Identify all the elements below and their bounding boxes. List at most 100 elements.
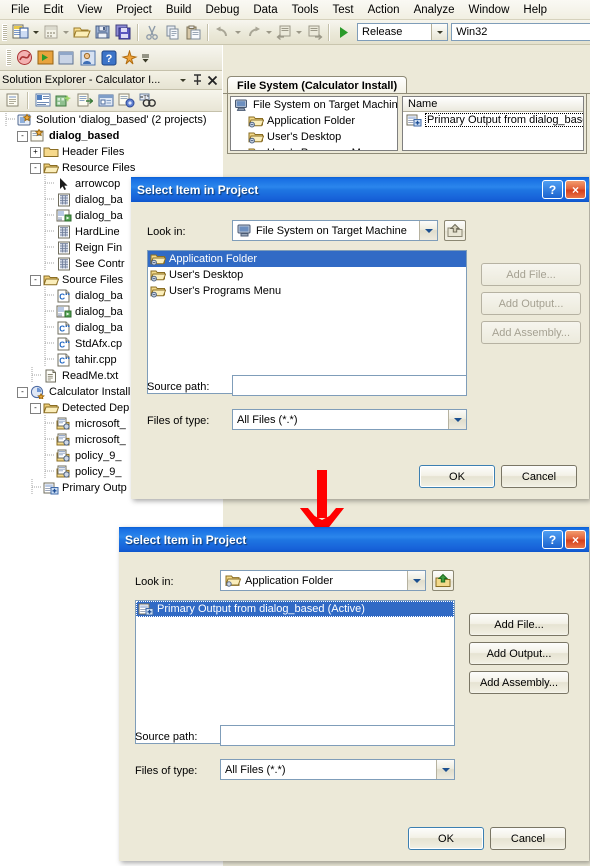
chevron-down-icon[interactable] xyxy=(419,221,437,240)
look-in-combo[interactable]: File System on Target Machine xyxy=(232,220,438,241)
save-icon[interactable] xyxy=(92,22,113,43)
toolbar-grip[interactable] xyxy=(2,23,7,41)
menu-item-window[interactable]: Window xyxy=(461,2,516,18)
add-item-icon[interactable] xyxy=(41,22,62,43)
new-project-icon[interactable] xyxy=(10,22,31,43)
column-header-name[interactable]: Name xyxy=(403,97,583,112)
refresh-icon[interactable] xyxy=(53,90,74,111)
list-item[interactable]: User's Desktop xyxy=(148,267,466,283)
view-code-icon[interactable] xyxy=(74,90,95,111)
source-path-input[interactable] xyxy=(232,375,467,396)
tree-item[interactable]: - Resource Files xyxy=(0,160,222,176)
start-without-debug-icon[interactable] xyxy=(35,47,56,68)
navigate-forward-icon[interactable] xyxy=(304,22,325,43)
add-file-button[interactable]: Add File... xyxy=(469,613,569,636)
fs-content-row[interactable]: Primary Output from dialog_based xyxy=(403,112,583,128)
list-item[interactable]: User's Programs Menu xyxy=(148,283,466,299)
close-icon[interactable] xyxy=(205,73,220,88)
show-all-files-icon[interactable] xyxy=(32,90,53,111)
navigate-back-icon[interactable] xyxy=(274,22,295,43)
find-icon[interactable]: =T* xyxy=(137,90,158,111)
add-assembly-button[interactable]: Add Assembly... xyxy=(469,671,569,694)
list-item[interactable]: Application Folder xyxy=(148,251,466,267)
file-system-tree-pane[interactable]: File System on Target Machine Application… xyxy=(230,96,398,151)
source-path-input[interactable] xyxy=(220,725,455,746)
expand-icon[interactable]: + xyxy=(30,146,41,158)
dialog-titlebar[interactable]: Select Item in Project ? × xyxy=(131,177,589,202)
collapse-icon[interactable]: - xyxy=(30,402,41,414)
up-one-level-button[interactable] xyxy=(432,570,454,591)
menu-item-view[interactable]: View xyxy=(70,2,109,18)
select-item-dialog-top[interactable]: Select Item in Project ? × Look in: File… xyxy=(131,177,589,499)
add-item-dropdown-icon[interactable] xyxy=(62,22,72,43)
save-all-icon[interactable] xyxy=(113,22,134,43)
user-icon[interactable] xyxy=(77,47,98,68)
files-of-type-combo[interactable]: All Files (*.*) xyxy=(232,409,467,430)
toolbar-overflow-icon[interactable] xyxy=(140,47,150,68)
collapse-icon[interactable]: - xyxy=(30,274,41,286)
paste-icon[interactable] xyxy=(183,22,204,43)
copy-icon[interactable] xyxy=(163,22,184,43)
help-question-icon[interactable]: ? xyxy=(98,47,119,68)
item-list[interactable]: Application Folder User's Desktop User's P… xyxy=(147,250,467,394)
file-system-contents-pane[interactable]: Name Primary Output from dialog_based xyxy=(402,96,584,151)
menu-item-tools[interactable]: Tools xyxy=(285,2,326,18)
add-output-button[interactable]: Add Output... xyxy=(469,642,569,665)
up-one-level-button[interactable] xyxy=(444,220,466,241)
redo-dropdown-icon[interactable] xyxy=(264,22,274,43)
chevron-down-icon[interactable] xyxy=(448,410,466,429)
properties-icon[interactable] xyxy=(3,90,24,111)
chevron-down-icon[interactable] xyxy=(407,571,425,590)
redo-icon[interactable] xyxy=(243,22,264,43)
cancel-button[interactable]: Cancel xyxy=(501,465,577,488)
collapse-icon[interactable]: - xyxy=(30,162,41,174)
select-item-dialog-bottom[interactable]: Select Item in Project ? × Look in: Appl… xyxy=(119,527,589,861)
navigate-back-dropdown-icon[interactable] xyxy=(295,22,305,43)
menu-item-project[interactable]: Project xyxy=(109,2,159,18)
collapse-icon[interactable]: - xyxy=(17,386,28,398)
toolbox-icon[interactable] xyxy=(119,47,140,68)
look-in-combo[interactable]: Application Folder xyxy=(220,570,426,591)
tree-item[interactable]: + Header Files xyxy=(0,144,222,160)
tab-file-system[interactable]: File System (Calculator Install) xyxy=(227,76,408,94)
tree-item[interactable]: - dialog_based xyxy=(0,128,222,144)
toolbar-grip[interactable] xyxy=(6,49,11,66)
ok-button[interactable]: OK xyxy=(419,465,495,488)
chevron-down-icon[interactable] xyxy=(175,73,190,88)
files-of-type-combo[interactable]: All Files (*.*) xyxy=(220,759,455,780)
menu-item-debug[interactable]: Debug xyxy=(198,2,246,18)
menu-item-help[interactable]: Help xyxy=(516,2,554,18)
cut-icon[interactable] xyxy=(142,22,163,43)
configuration-combo[interactable]: Release xyxy=(357,23,449,41)
menu-item-file[interactable]: File xyxy=(4,2,37,18)
property-pages-icon[interactable] xyxy=(116,90,137,111)
tree-item[interactable]: Solution 'dialog_based' (2 projects) xyxy=(0,112,222,128)
help-button[interactable]: ? xyxy=(542,180,563,199)
undo-dropdown-icon[interactable] xyxy=(233,22,243,43)
fs-tree-item[interactable]: File System on Target Machine xyxy=(231,97,397,113)
chevron-down-icon[interactable] xyxy=(431,24,448,40)
fs-tree-item[interactable]: Application Folder xyxy=(231,113,397,129)
list-item[interactable]: Primary Output from dialog_based (Active… xyxy=(136,601,454,617)
window-icon[interactable] xyxy=(56,47,77,68)
menu-item-action[interactable]: Action xyxy=(361,2,407,18)
cancel-button[interactable]: Cancel xyxy=(490,827,566,850)
close-button[interactable]: × xyxy=(565,180,586,199)
collapse-icon[interactable]: - xyxy=(17,130,28,142)
new-project-dropdown-icon[interactable] xyxy=(31,22,41,43)
open-file-icon[interactable] xyxy=(71,22,92,43)
menu-item-test[interactable]: Test xyxy=(326,2,361,18)
solution-browser-icon[interactable] xyxy=(14,47,35,68)
view-designer-icon[interactable] xyxy=(95,90,116,111)
fs-tree-item[interactable]: User's Desktop xyxy=(231,129,397,145)
start-debug-icon[interactable] xyxy=(333,22,354,43)
dialog-titlebar[interactable]: Select Item in Project ? × xyxy=(119,527,589,552)
item-list[interactable]: Primary Output from dialog_based (Active… xyxy=(135,600,455,744)
chevron-down-icon[interactable] xyxy=(436,760,454,779)
pin-icon[interactable] xyxy=(190,73,205,88)
close-button[interactable]: × xyxy=(565,530,586,549)
platform-combo[interactable]: Win32 xyxy=(451,23,590,41)
help-button[interactable]: ? xyxy=(542,530,563,549)
menu-item-build[interactable]: Build xyxy=(159,2,199,18)
ok-button[interactable]: OK xyxy=(408,827,484,850)
